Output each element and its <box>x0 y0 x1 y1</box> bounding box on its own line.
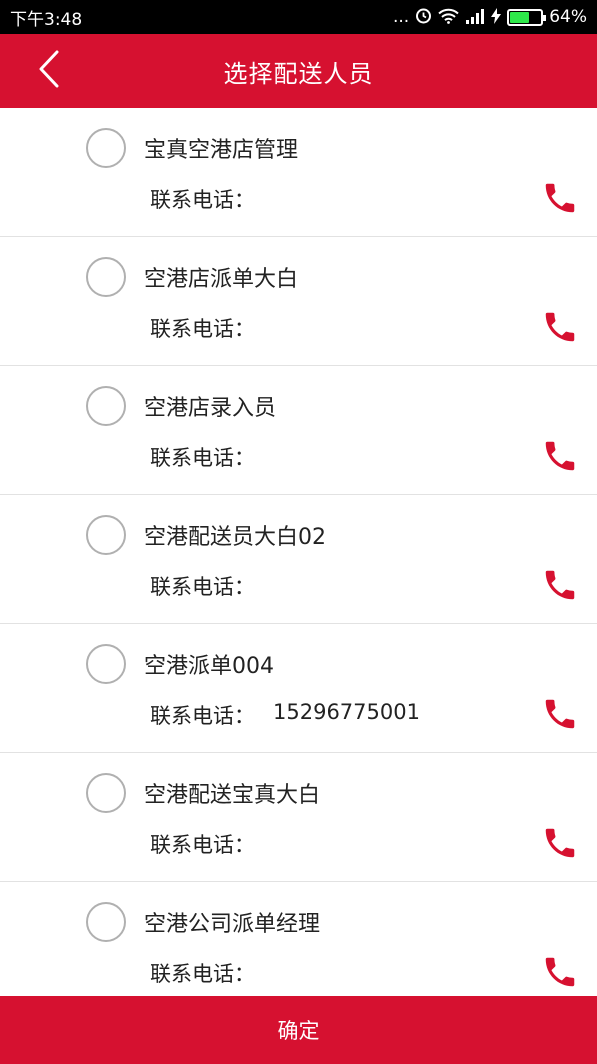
charging-icon <box>491 7 502 27</box>
phone-line: 联系电话： <box>150 958 273 988</box>
call-button[interactable] <box>541 565 579 605</box>
phone-label: 联系电话： <box>150 962 255 986</box>
call-button[interactable] <box>541 952 579 992</box>
phone-label: 联系电话： <box>150 833 255 857</box>
phone-label: 联系电话： <box>150 317 255 341</box>
call-button[interactable] <box>541 307 579 347</box>
select-radio[interactable] <box>86 644 126 684</box>
list-item[interactable]: 空港店录入员联系电话： <box>0 366 597 495</box>
select-radio[interactable] <box>86 515 126 555</box>
wifi-icon <box>438 8 459 27</box>
signal-icon <box>465 8 485 27</box>
confirm-button-label: 确定 <box>277 1019 320 1043</box>
staff-name: 空港公司派单经理 <box>144 912 321 937</box>
back-button[interactable] <box>32 50 66 92</box>
staff-name: 空港店派单大白 <box>144 267 299 292</box>
alarm-icon <box>415 7 432 27</box>
select-radio[interactable] <box>86 902 126 942</box>
phone-line: 联系电话： <box>150 571 273 601</box>
call-button[interactable] <box>541 178 579 218</box>
list-item[interactable]: 宝真空港店管理联系电话： <box>0 108 597 237</box>
select-radio[interactable] <box>86 128 126 168</box>
staff-name: 宝真空港店管理 <box>144 138 299 163</box>
phone-line: 联系电话： <box>150 313 273 343</box>
select-radio[interactable] <box>86 257 126 297</box>
status-icons: ... 64% <box>393 7 587 27</box>
phone-label: 联系电话： <box>150 188 255 212</box>
phone-label: 联系电话： <box>150 575 255 599</box>
staff-name: 空港配送宝真大白 <box>144 783 321 808</box>
more-notifications-indicator: ... <box>392 7 410 27</box>
phone-icon <box>541 570 579 609</box>
phone-icon <box>541 183 579 222</box>
list-item[interactable]: 空港店派单大白联系电话： <box>0 237 597 366</box>
staff-name: 空港配送员大白02 <box>144 525 326 550</box>
select-radio[interactable] <box>86 773 126 813</box>
staff-name: 空港店录入员 <box>144 396 277 421</box>
battery-percent: 64% <box>549 7 587 27</box>
phone-icon <box>541 957 579 996</box>
list-item[interactable]: 空港派单004 联系电话： 15296775001 <box>0 624 597 753</box>
staff-name: 空港派单004 <box>144 654 274 679</box>
select-radio[interactable] <box>86 386 126 426</box>
call-button[interactable] <box>541 694 579 734</box>
phone-number: 15296775001 <box>273 700 420 724</box>
battery-icon <box>507 8 547 26</box>
phone-line: 联系电话： <box>150 829 273 859</box>
phone-icon <box>541 828 579 867</box>
app-bar: 选择配送人员 <box>0 34 597 108</box>
phone-label: 联系电话： <box>150 446 255 470</box>
list-item[interactable]: 空港公司派单经理联系电话： <box>0 882 597 996</box>
call-button[interactable] <box>541 436 579 476</box>
chevron-left-icon <box>38 50 60 92</box>
list-item[interactable]: 空港配送员大白02 联系电话： <box>0 495 597 624</box>
phone-line: 联系电话： <box>150 442 273 472</box>
phone-label: 联系电话： <box>150 704 255 728</box>
staff-list: 宝真空港店管理 联系电话： 空港店派单大白 联系电话： 空港店录入员 联系电话： 空港配送员… <box>0 108 597 996</box>
phone-line: 联系电话： 15296775001 <box>150 700 420 730</box>
status-time: 下午3:48 <box>10 9 83 30</box>
page-title: 选择配送人员 <box>223 59 374 88</box>
phone-icon <box>541 441 579 480</box>
confirm-button[interactable]: 确定 <box>0 996 597 1064</box>
phone-icon <box>541 699 579 738</box>
call-button[interactable] <box>541 823 579 863</box>
status-bar: 下午3:48 ... 64% <box>0 0 597 34</box>
phone-line: 联系电话： <box>150 184 273 214</box>
phone-icon <box>541 312 579 351</box>
list-item[interactable]: 空港配送宝真大白联系电话： <box>0 753 597 882</box>
